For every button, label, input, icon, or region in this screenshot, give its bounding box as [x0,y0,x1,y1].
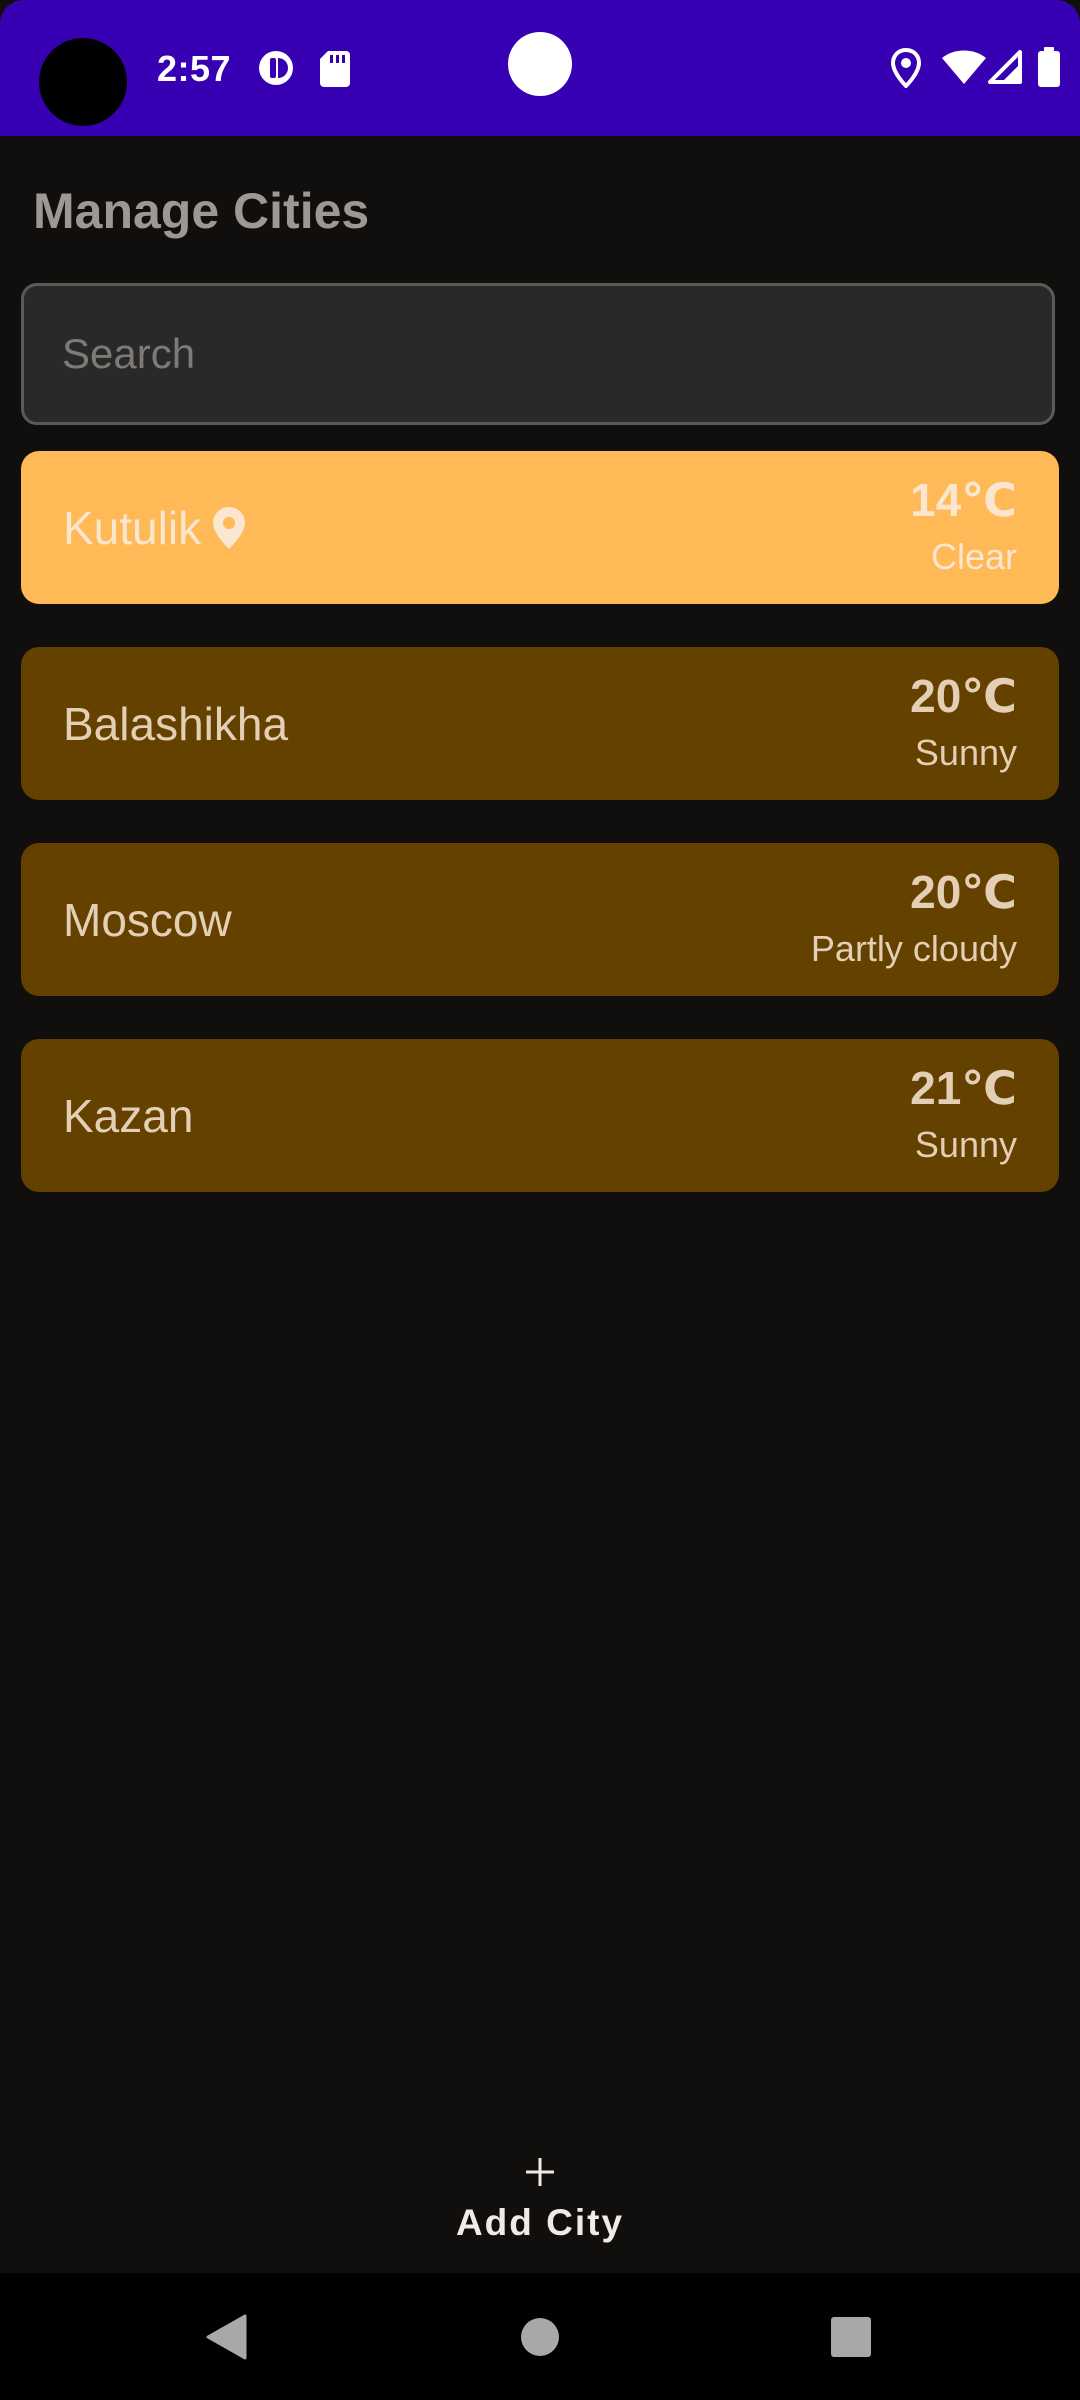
city-condition: Clear [930,536,1017,577]
city-name-wrap: Moscow [63,843,232,996]
home-circle-icon [521,2317,559,2356]
city-name: Moscow [63,893,232,946]
search-input[interactable] [62,286,1012,422]
city-name-wrap: Kutulik [63,451,246,604]
city-temperature: 20℃ [910,670,1017,722]
city-name-wrap: Kazan [63,1039,193,1192]
city-card-balashikha[interactable]: Balashikha 20℃ Sunny [21,647,1059,800]
status-avatar [39,38,127,126]
notification-app-icon [259,51,293,85]
battery-icon [1038,47,1060,87]
navigation-bar [0,2273,1080,2400]
city-name: Kutulik [63,501,202,554]
city-name: Kazan [63,1089,194,1142]
back-triangle-icon [206,2314,247,2359]
wifi-icon [942,50,986,84]
city-temperature: 21℃ [910,1062,1017,1114]
page-title: Manage Cities [33,183,370,239]
recents-button[interactable] [791,2273,911,2400]
city-card-moscow[interactable]: Moscow 20℃ Partly cloudy [21,843,1059,996]
add-city-label: Add City [455,2202,625,2243]
cell-signal-icon [988,50,1022,84]
city-temperature: 14℃ [910,474,1017,526]
city-condition: Partly cloudy [810,928,1017,969]
home-button[interactable] [480,2273,600,2400]
city-condition: Sunny [914,1124,1017,1165]
city-condition: Sunny [914,732,1017,773]
status-bar: 2:57 [0,0,1080,136]
sd-card-icon [320,51,350,87]
plus-icon [526,2158,554,2186]
city-name-wrap: Balashikha [63,647,288,800]
back-button[interactable] [166,2273,286,2400]
city-card-kazan[interactable]: Kazan 21℃ Sunny [21,1039,1059,1192]
city-name: Balashikha [63,697,289,750]
city-temperature: 20℃ [910,866,1017,918]
city-list: Kutulik 14℃ Clear Balashikha 20℃ Sunny M… [21,451,1059,1235]
location-pin-icon [213,506,246,549]
location-status-icon [891,48,921,88]
city-card-kutulik[interactable]: Kutulik 14℃ Clear [21,451,1059,604]
search-box[interactable] [21,283,1055,425]
status-time: 2:57 [157,48,232,89]
recents-square-icon [831,2316,871,2357]
add-city-button[interactable]: Add City [430,2148,650,2258]
camera-cutout [508,32,572,96]
screen: 2:57 Manage Cities Search Kutulik 14℃ Cl… [0,0,1080,2400]
